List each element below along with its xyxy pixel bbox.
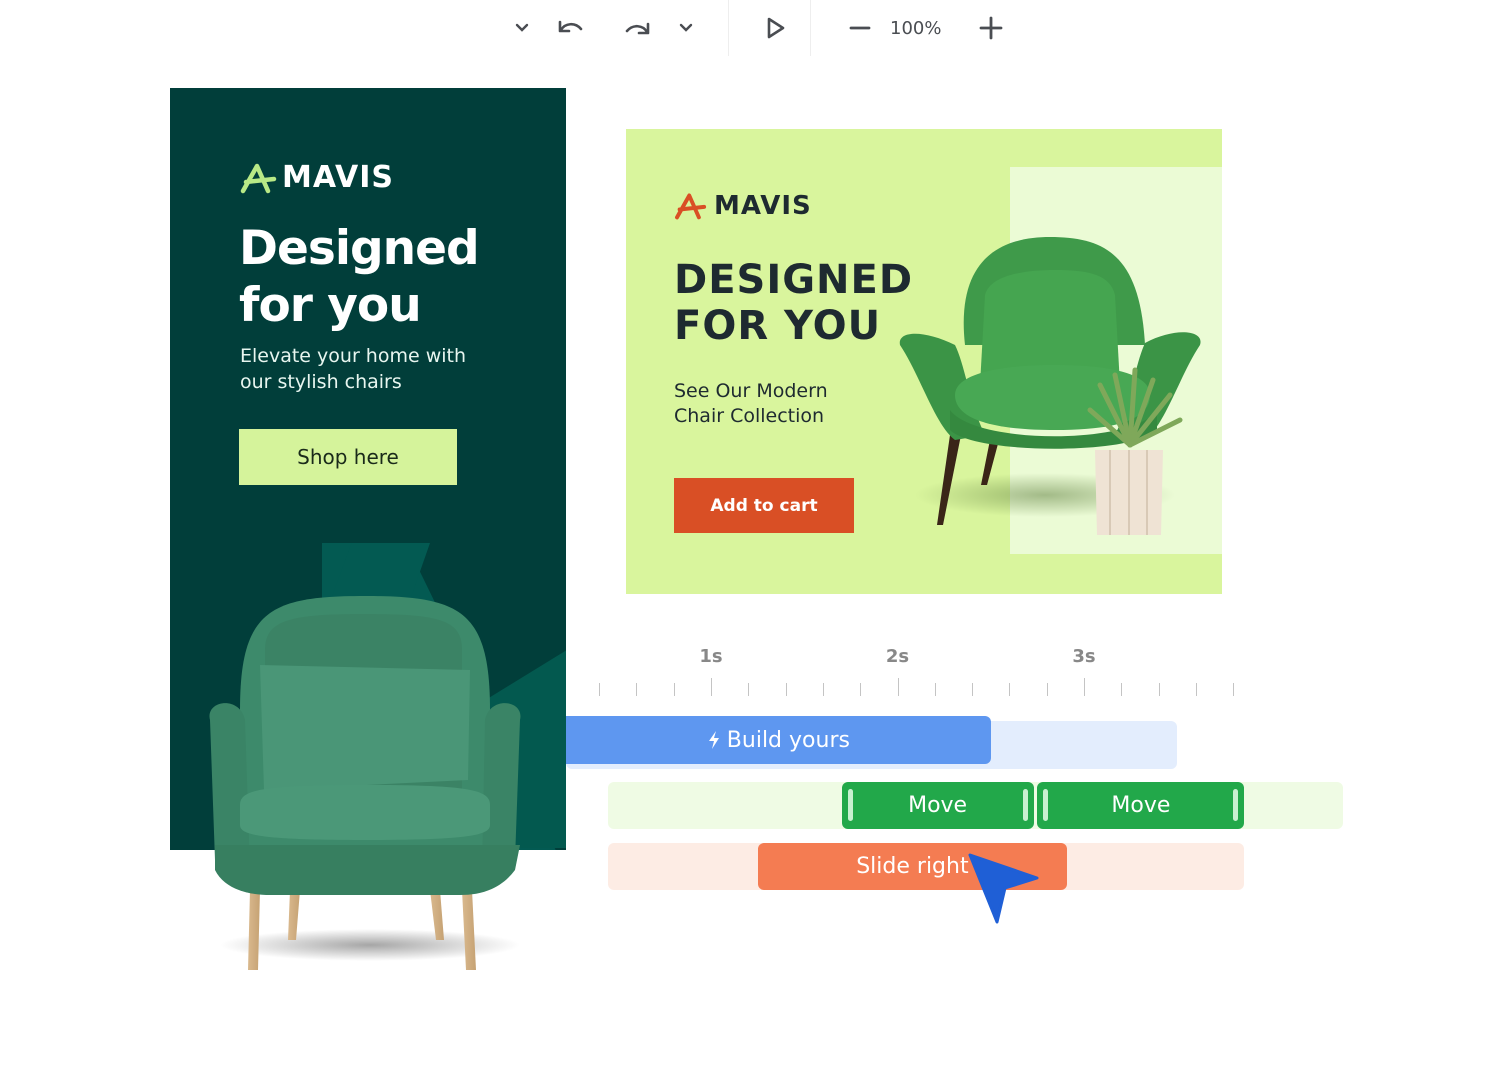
ruler-tick <box>748 683 750 696</box>
ruler-tick <box>1121 683 1123 696</box>
lightning-icon <box>708 731 719 749</box>
banner-subtitle: See Our Modern Chair Collection <box>674 379 874 429</box>
ruler-major-tick <box>711 678 712 696</box>
plus-icon <box>979 16 1003 40</box>
headline-line: Designed <box>239 221 480 276</box>
ruler-tick <box>636 683 638 696</box>
ruler-label: 2s <box>885 646 910 667</box>
zoom-level: 100% <box>890 18 942 39</box>
build-animation-clip[interactable]: Build yours <box>566 716 991 764</box>
shop-here-button[interactable]: Shop here <box>239 429 457 485</box>
clip-label: Build yours <box>726 727 850 753</box>
clip-label: Slide right <box>856 854 969 879</box>
redo-history-dropdown[interactable] <box>672 10 700 46</box>
headline-line: DESIGNED <box>674 257 914 303</box>
headline-line: FOR YOU <box>674 303 882 349</box>
play-icon <box>767 17 785 39</box>
toolbar-divider <box>810 0 811 56</box>
brand-name: MAVIS <box>282 160 395 195</box>
clip-label: Move <box>908 793 968 818</box>
banner-subtitle: Elevate your home with our stylish chair… <box>240 345 467 393</box>
armchair-with-plant-image <box>899 237 1201 535</box>
undo-history-dropdown[interactable] <box>508 10 536 46</box>
ruler-tick <box>1233 683 1235 696</box>
ruler-tick <box>822 683 824 696</box>
minus-icon <box>849 26 871 30</box>
clip-left-handle[interactable] <box>847 789 853 821</box>
move-animation-clip[interactable]: Move <box>1037 782 1245 829</box>
mavis-logo-icon <box>675 193 707 220</box>
play-button[interactable] <box>758 10 794 46</box>
ruler-tick <box>860 683 862 696</box>
brand-logo: MAVIS <box>240 160 394 195</box>
ruler-tick <box>1195 683 1197 696</box>
toolbar-divider <box>728 0 729 56</box>
ruler-tick <box>934 683 936 696</box>
clip-left-handle[interactable] <box>1043 789 1049 821</box>
clip-right-handle[interactable] <box>1233 789 1239 821</box>
zoom-out-button[interactable] <box>844 10 876 46</box>
brand-name: MAVIS <box>714 191 812 221</box>
mouse-cursor-icon <box>968 853 1039 924</box>
armchair-image <box>209 596 521 970</box>
subtitle-line: See Our Modern <box>674 380 828 402</box>
editor-toolbar: 100% <box>500 0 1020 56</box>
clip-label: Move <box>1111 793 1171 818</box>
ruler-tick <box>785 683 787 696</box>
headline-line: for you <box>239 278 422 333</box>
zoom-in-button[interactable] <box>974 10 1008 46</box>
subtitle-line: Chair Collection <box>674 405 825 427</box>
ruler-tick <box>972 683 974 696</box>
mavis-logo-icon <box>240 163 277 193</box>
ruler-tick <box>599 683 601 696</box>
undo-button[interactable] <box>552 10 588 46</box>
ruler-tick <box>1046 683 1048 696</box>
add-to-cart-button[interactable]: Add to cart <box>674 478 854 533</box>
clip-right-handle[interactable] <box>1022 789 1028 821</box>
chevron-down-icon <box>679 23 693 32</box>
banner-headline: DESIGNED FOR YOU <box>674 257 913 349</box>
redo-button[interactable] <box>620 10 656 46</box>
move-animation-clip[interactable]: Move <box>841 782 1034 829</box>
ruler-label: 3s <box>1072 646 1096 667</box>
ruler-label: 1s <box>699 646 723 667</box>
ruler-major-tick <box>897 678 899 696</box>
ruler-tick <box>1158 683 1160 696</box>
brand-logo: MAVIS <box>674 191 812 221</box>
ruler-tick <box>1009 683 1011 696</box>
redo-icon <box>625 22 650 35</box>
banner-headline: Designed for you <box>239 220 566 334</box>
chevron-down-icon <box>515 23 529 32</box>
undo-icon <box>558 20 583 33</box>
ruler-major-tick <box>1084 678 1085 696</box>
ruler-tick <box>673 683 675 696</box>
